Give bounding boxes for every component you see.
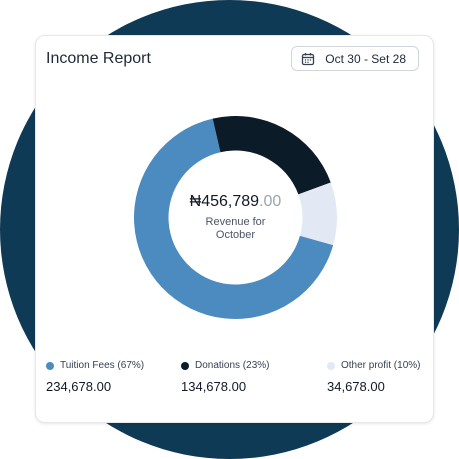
legend-dot-donations bbox=[181, 361, 189, 370]
stage: Income Report Oct 30 - Set 28 ₦456,789.0… bbox=[0, 0, 459, 459]
legend-value-other: 34,678.00 bbox=[327, 379, 385, 394]
revenue-caption: Revenue for October bbox=[205, 216, 266, 241]
legend-label-other: Other profit (10%) bbox=[341, 360, 421, 371]
legend-donations: Donations (23%) bbox=[181, 360, 269, 371]
legend-other: Other profit (10%) bbox=[327, 360, 420, 371]
legend-label-tuition: Tuition Fees (67%) bbox=[60, 360, 145, 371]
legend-label-donations: Donations (23%) bbox=[195, 360, 270, 371]
income-report-card: Income Report Oct 30 - Set 28 ₦456,789.0… bbox=[35, 35, 434, 423]
legend-dot-other bbox=[327, 361, 335, 370]
date-range-button[interactable]: Oct 30 - Set 28 bbox=[291, 46, 419, 71]
legend-value-donations: 134,678.00 bbox=[181, 379, 247, 394]
revenue-amount: ₦456,789.00 bbox=[190, 193, 282, 211]
legend-dot-tuition bbox=[46, 361, 54, 370]
donut-chart: ₦456,789.00 Revenue for October bbox=[134, 116, 337, 319]
revenue-amount-main: ₦456,789 bbox=[189, 193, 260, 210]
revenue-amount-cents: .00 bbox=[259, 193, 282, 210]
legend-tuition: Tuition Fees (67%) bbox=[46, 360, 144, 371]
legend-value-tuition: 234,678.00 bbox=[46, 379, 112, 394]
card-title: Income Report bbox=[46, 50, 151, 67]
calendar-icon bbox=[301, 52, 315, 66]
donut-center: ₦456,789.00 Revenue for October bbox=[134, 116, 337, 319]
date-range-label: Oct 30 - Set 28 bbox=[325, 51, 406, 66]
